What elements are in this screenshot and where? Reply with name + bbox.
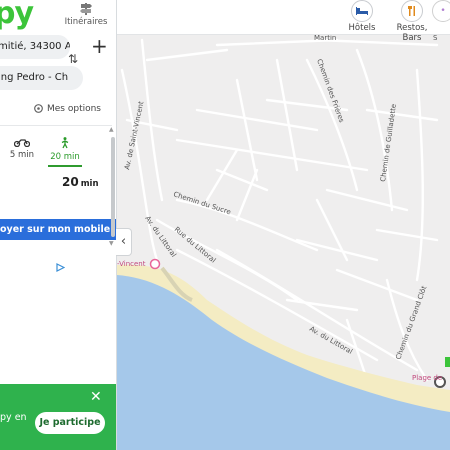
swap-icon[interactable]: ⇅ (68, 52, 78, 66)
category-label: Restos, Bars (396, 23, 428, 43)
signpost-icon (80, 3, 92, 15)
gear-icon (34, 104, 43, 113)
mode-time: 5 min (9, 150, 35, 160)
motorbike-icon (14, 139, 30, 147)
collapse-panel-button[interactable]: ‹ (116, 228, 132, 256)
app-logo[interactable]: py (0, 0, 34, 31)
join-button[interactable]: Je participe (35, 412, 105, 434)
selected-underline (48, 165, 82, 167)
duration-value: 20 (62, 175, 79, 189)
scrollbar[interactable] (111, 137, 115, 237)
category-more[interactable]: • (432, 0, 450, 23)
options-button[interactable]: Mes options (33, 103, 101, 114)
street-label: Martin (314, 34, 336, 42)
route-panel: py Itinéraires mitié, 34300 Ag + ⇅ ing P… (0, 0, 117, 450)
close-icon[interactable]: ✕ (90, 389, 102, 405)
adchoices-icon[interactable] (56, 263, 65, 272)
category-restaurants[interactable]: Restos, Bars (387, 0, 437, 43)
mode-walk[interactable]: 20 min (48, 137, 82, 167)
map-category-bar: Hôtels Restos, Bars • (117, 0, 450, 43)
origin-input[interactable]: mitié, 34300 Ag (0, 35, 70, 59)
duration-unit: min (80, 179, 99, 189)
divider (0, 125, 112, 126)
tab-itineraries[interactable]: Itinéraires (60, 0, 112, 34)
category-label: Hôtels (348, 23, 376, 33)
add-stop-button[interactable]: + (91, 36, 108, 56)
mode-time: 20 min (50, 152, 80, 162)
mode-bike[interactable]: 5 min (5, 137, 39, 160)
banner-text: ppy en (0, 412, 27, 423)
promo-banner: ✕ ppy en Je participe (0, 384, 116, 450)
poi-marker (149, 258, 161, 270)
poi-label: -Vincent (117, 260, 146, 268)
walking-icon (61, 137, 69, 149)
tab-label: Itinéraires (64, 17, 108, 27)
category-hotels[interactable]: Hôtels (344, 0, 380, 33)
scroll-down-arrow[interactable]: ▼ (109, 240, 114, 247)
poi-label: Plage de (412, 374, 442, 382)
options-label: Mes options (47, 103, 101, 114)
scroll-up-arrow[interactable]: ▲ (109, 126, 114, 133)
route-duration: 20 min (62, 175, 99, 189)
bed-icon (351, 0, 373, 22)
more-icon: • (432, 0, 450, 22)
destination-input[interactable]: ing Pedro - Ch (0, 66, 83, 90)
fork-knife-icon (401, 0, 423, 22)
send-to-mobile-button[interactable]: oyer sur mon mobile (0, 219, 116, 240)
map-view[interactable]: Av. de Saint-Vincent Chemin du Sucre Rue… (117, 0, 450, 450)
map-canvas[interactable]: Av. de Saint-Vincent Chemin du Sucre Rue… (117, 0, 450, 450)
